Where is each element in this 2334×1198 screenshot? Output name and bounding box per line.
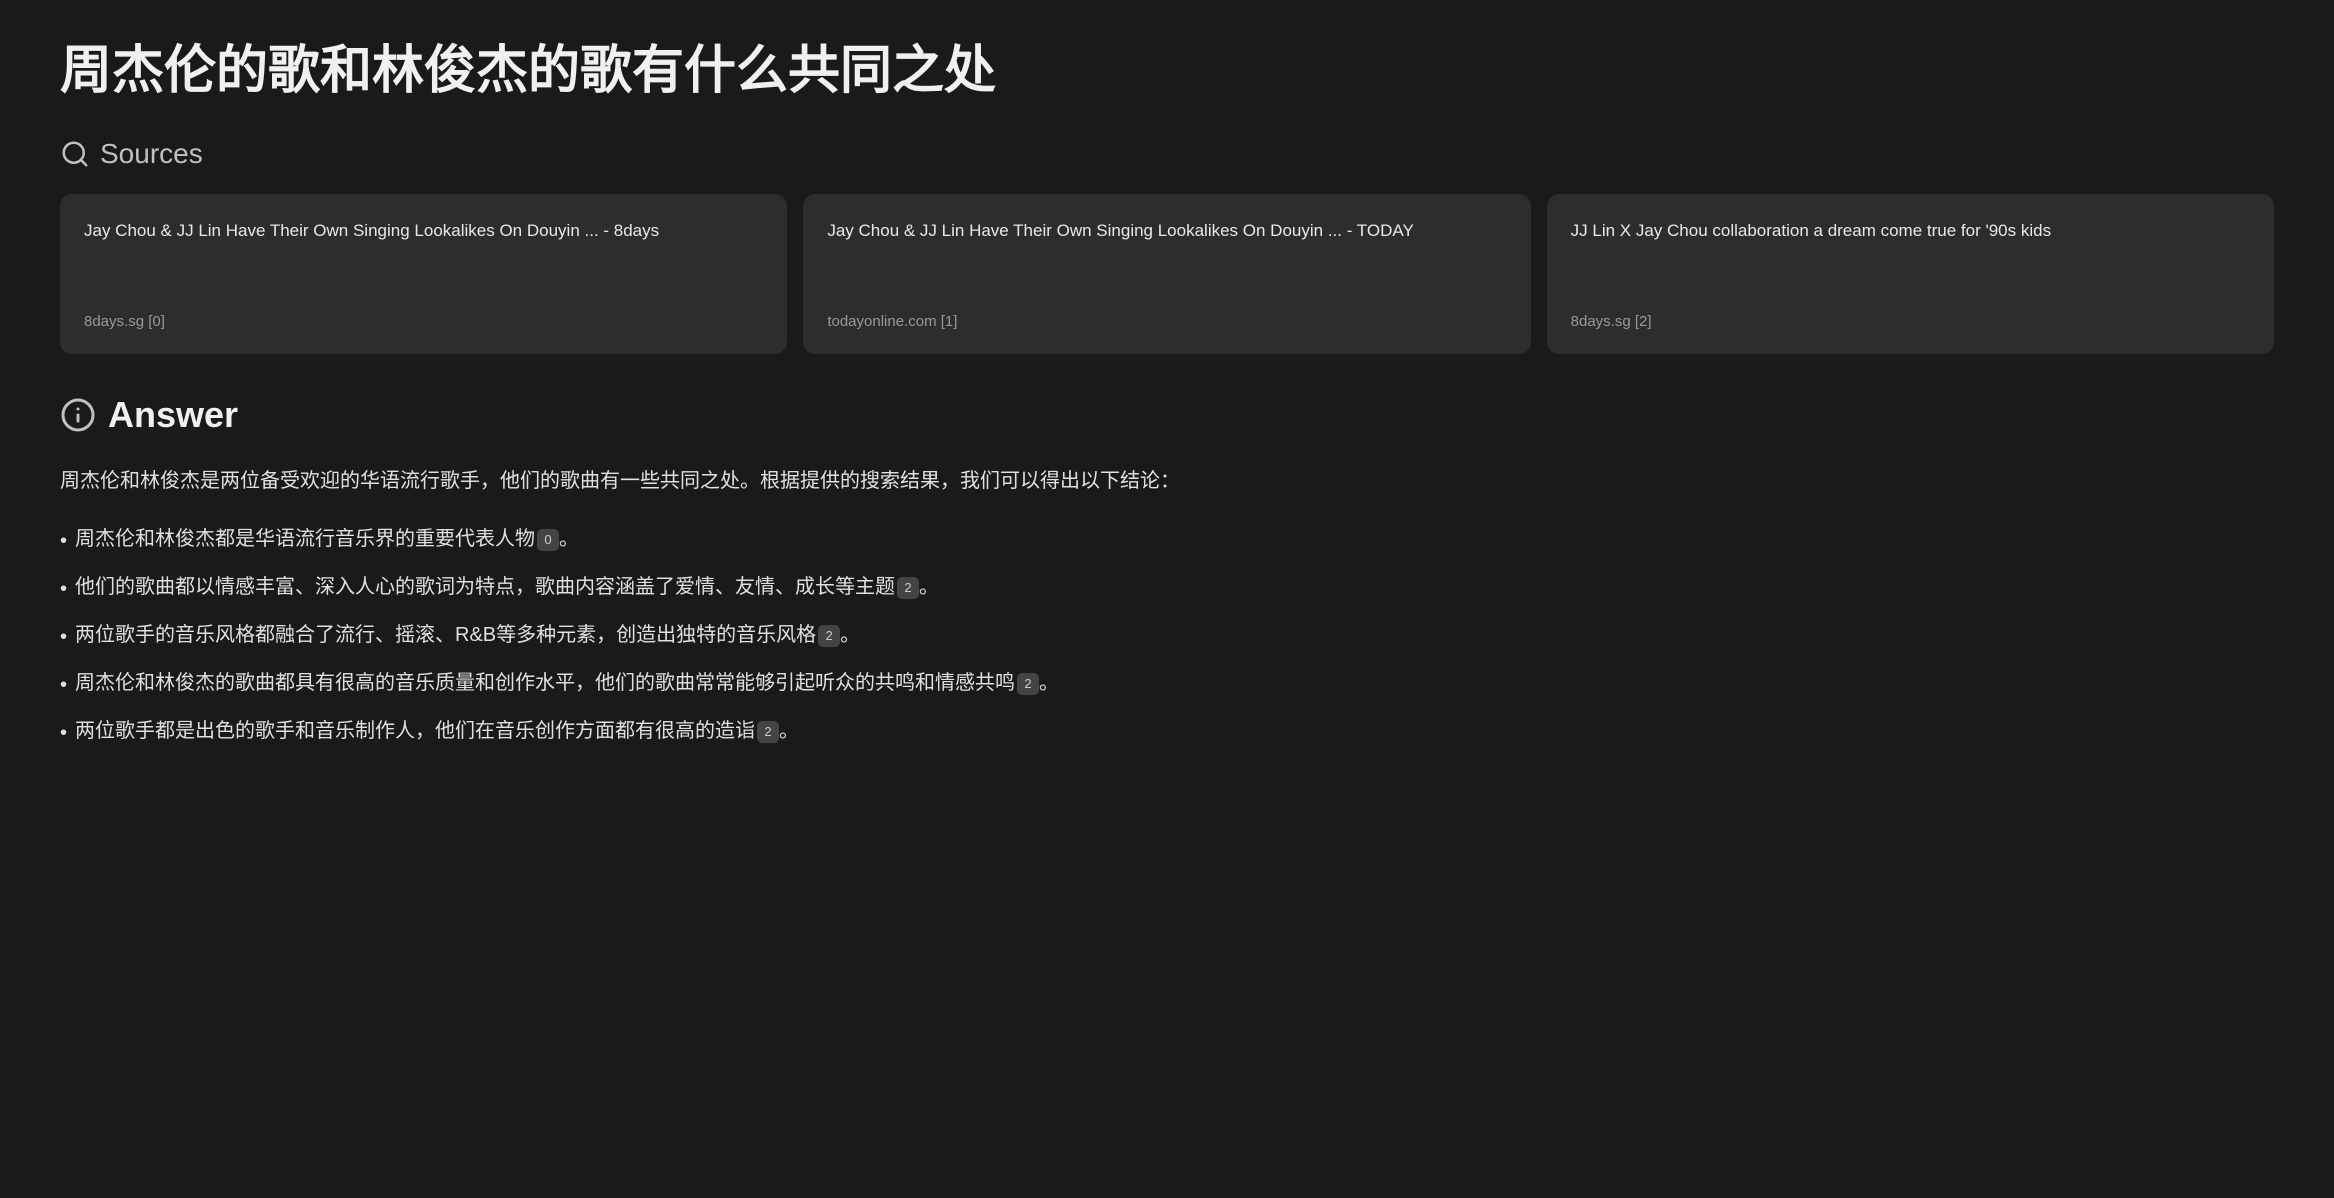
page-title: 周杰伦的歌和林俊杰的歌有什么共同之处 — [60, 40, 2274, 102]
cite-badge-3: 2 — [1017, 673, 1039, 695]
cite-badge-4: 2 — [757, 721, 779, 743]
answer-intro: 周杰伦和林俊杰是两位备受欢迎的华语流行歌手，他们的歌曲有一些共同之处。根据提供的… — [60, 464, 2274, 498]
list-item-text-2: 两位歌手的音乐风格都融合了流行、摇滚、R&B等多种元素，创造出独特的音乐风格 — [75, 624, 816, 646]
info-icon — [60, 397, 96, 433]
list-item: • 周杰伦和林俊杰的歌曲都具有很高的音乐质量和创作水平，他们的歌曲常常能够引起听… — [60, 666, 2274, 702]
list-item-content-4: 两位歌手都是出色的歌手和音乐制作人，他们在音乐创作方面都有很高的造诣2。 — [75, 714, 799, 748]
source-url-1: todayonline.com [1] — [827, 313, 1506, 330]
source-title-1: Jay Chou & JJ Lin Have Their Own Singing… — [827, 218, 1506, 244]
bullet-3: • — [60, 668, 67, 702]
list-item-content-3: 周杰伦和林俊杰的歌曲都具有很高的音乐质量和创作水平，他们的歌曲常常能够引起听众的… — [75, 666, 1059, 700]
list-item: • 两位歌手的音乐风格都融合了流行、摇滚、R&B等多种元素，创造出独特的音乐风格… — [60, 618, 2274, 654]
cite-badge-2: 2 — [818, 625, 840, 647]
cite-badge-1: 2 — [897, 577, 919, 599]
list-item-text-0: 周杰伦和林俊杰都是华语流行音乐界的重要代表人物 — [75, 528, 535, 550]
list-item: • 两位歌手都是出色的歌手和音乐制作人，他们在音乐创作方面都有很高的造诣2。 — [60, 714, 2274, 750]
source-card-1[interactable]: Jay Chou & JJ Lin Have Their Own Singing… — [803, 194, 1530, 354]
bullet-2: • — [60, 620, 67, 654]
source-url-0: 8days.sg [0] — [84, 313, 763, 330]
list-item-text-4: 两位歌手都是出色的歌手和音乐制作人，他们在音乐创作方面都有很高的造诣 — [75, 720, 755, 742]
answer-label: Answer — [108, 394, 238, 436]
answer-list: • 周杰伦和林俊杰都是华语流行音乐界的重要代表人物0。 • 他们的歌曲都以情感丰… — [60, 522, 2274, 750]
list-item-content-2: 两位歌手的音乐风格都融合了流行、摇滚、R&B等多种元素，创造出独特的音乐风格2。 — [75, 618, 860, 652]
answer-section: Answer 周杰伦和林俊杰是两位备受欢迎的华语流行歌手，他们的歌曲有一些共同之… — [60, 394, 2274, 750]
sources-label: Sources — [100, 138, 203, 170]
source-url-2: 8days.sg [2] — [1571, 313, 2250, 330]
source-card-0[interactable]: Jay Chou & JJ Lin Have Their Own Singing… — [60, 194, 787, 354]
search-icon — [60, 139, 90, 169]
source-card-2[interactable]: JJ Lin X Jay Chou collaboration a dream … — [1547, 194, 2274, 354]
list-item: • 他们的歌曲都以情感丰富、深入人心的歌词为特点，歌曲内容涵盖了爱情、友情、成长… — [60, 570, 2274, 606]
answer-header: Answer — [60, 394, 2274, 436]
bullet-4: • — [60, 716, 67, 750]
list-item-content-0: 周杰伦和林俊杰都是华语流行音乐界的重要代表人物0。 — [75, 522, 579, 556]
bullet-0: • — [60, 524, 67, 558]
sources-header: Sources — [60, 138, 2274, 170]
sources-cards-container: Jay Chou & JJ Lin Have Their Own Singing… — [60, 194, 2274, 354]
cite-badge-0: 0 — [537, 529, 559, 551]
list-item: • 周杰伦和林俊杰都是华语流行音乐界的重要代表人物0。 — [60, 522, 2274, 558]
list-item-text-3: 周杰伦和林俊杰的歌曲都具有很高的音乐质量和创作水平，他们的歌曲常常能够引起听众的… — [75, 672, 1015, 694]
list-item-content-1: 他们的歌曲都以情感丰富、深入人心的歌词为特点，歌曲内容涵盖了爱情、友情、成长等主… — [75, 570, 939, 604]
source-title-0: Jay Chou & JJ Lin Have Their Own Singing… — [84, 218, 763, 244]
source-title-2: JJ Lin X Jay Chou collaboration a dream … — [1571, 218, 2250, 244]
list-item-text-1: 他们的歌曲都以情感丰富、深入人心的歌词为特点，歌曲内容涵盖了爱情、友情、成长等主… — [75, 576, 895, 598]
sources-section: Sources Jay Chou & JJ Lin Have Their Own… — [60, 138, 2274, 354]
bullet-1: • — [60, 572, 67, 606]
